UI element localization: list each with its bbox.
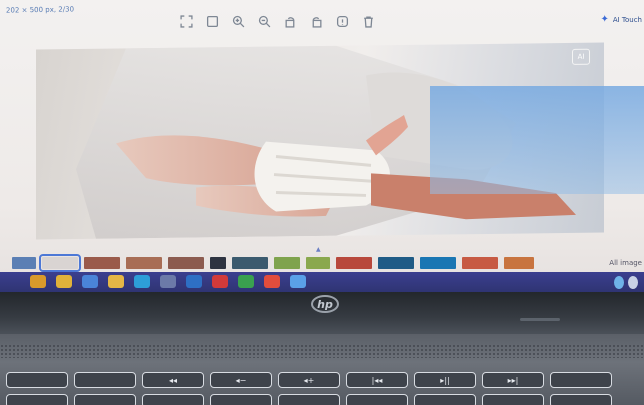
thumbnail-11[interactable] [420,257,456,269]
ai-touchup-button[interactable]: ✦ AI Touch [600,14,642,25]
system-tray [614,276,638,289]
thumbnail-9[interactable] [336,257,372,269]
all-images-link[interactable]: All image [609,259,642,267]
chrome-icon[interactable] [56,275,72,288]
keys-row2-key-4[interactable] [278,394,340,405]
zoom-in-icon[interactable] [230,14,247,29]
store-icon[interactable] [82,275,98,288]
rotate-left-icon[interactable] [282,14,299,29]
thumbnail-13[interactable] [504,257,534,269]
keys-row1-key-5[interactable]: |◂◂ [346,372,408,388]
keys-row2-key-3[interactable] [210,394,272,405]
keys-row2-key-5[interactable] [346,394,408,405]
chevron-up-icon[interactable]: ▲ [316,246,324,253]
rotate-right-icon[interactable] [308,14,325,29]
speaker-grille [0,344,644,358]
number-key-row [6,394,612,405]
chat-icon[interactable] [238,275,254,288]
zoom-out-icon[interactable] [256,14,273,29]
keys-row1-key-1[interactable] [74,372,136,388]
fit-icon[interactable] [204,14,221,29]
ai-touchup-label: AI Touch [612,15,642,24]
thumbnail-7[interactable] [274,257,300,269]
delete-icon[interactable] [360,14,377,29]
thumbnail-10[interactable] [378,257,414,269]
volume-icon[interactable] [628,276,638,289]
viewer-toolbar [178,14,377,29]
thumbnail-12[interactable] [462,257,498,269]
hinge [520,318,560,321]
viewer-top-bar: 202 × 500 px, 2/30 ✦ AI Touch [0,0,644,40]
keys-row1-key-6[interactable]: ▸|| [414,372,476,388]
fullscreen-icon[interactable] [178,14,195,29]
keys-row2-key-7[interactable] [482,394,544,405]
sparkle-icon: ✦ [600,14,609,25]
edge-icon[interactable] [134,275,150,288]
thumbnail-6[interactable] [232,257,268,269]
file-explorer-icon[interactable] [30,275,46,288]
keys-row1-key-8[interactable] [550,372,612,388]
info-icon[interactable] [334,14,351,29]
keys-row1-key-0[interactable] [6,372,68,388]
hp-logo: hp [311,295,339,313]
thumbnail-1[interactable] [39,254,81,272]
function-key-row: ◂◂ ◂− ◂+ |◂◂ ▸|| ▸▸| [6,372,612,388]
keys-row2-key-1[interactable] [74,394,136,405]
mail-icon[interactable] [186,275,202,288]
keys-row2-key-0[interactable] [6,394,68,405]
keys-row1-key-2[interactable]: ◂◂ [142,372,204,388]
thumbnail-0[interactable] [12,257,36,269]
photos-icon[interactable] [290,275,306,288]
keys-row2-key-8[interactable] [550,394,612,405]
keys-row2-key-2[interactable] [142,394,204,405]
keys-row1-key-7[interactable]: ▸▸| [482,372,544,388]
ai-enhance-badge[interactable]: AI [572,48,590,65]
keys-row1-key-4[interactable]: ◂+ [278,372,340,388]
screen-glare [430,86,644,194]
taskbar [0,272,644,292]
taskbar-apps [30,275,306,288]
thumbnail-5[interactable] [210,257,226,269]
thumbnail-strip [12,254,534,272]
network-icon[interactable] [614,276,624,289]
thumbnail-8[interactable] [306,257,330,269]
thumbnail-2[interactable] [84,257,120,269]
thumbnail-4[interactable] [168,257,204,269]
keys-row2-key-6[interactable] [414,394,476,405]
image-dimensions-label: 202 × 500 px, 2/30 [5,5,75,15]
chrome-2-icon[interactable] [264,275,280,288]
thumbnail-3[interactable] [126,257,162,269]
keys-row1-key-3[interactable]: ◂− [210,372,272,388]
settings-icon[interactable] [160,275,176,288]
folder-icon[interactable] [108,275,124,288]
opera-icon[interactable] [212,275,228,288]
laptop-screen: 202 × 500 px, 2/30 ✦ AI Touch AI ▲ All i… [0,0,644,292]
